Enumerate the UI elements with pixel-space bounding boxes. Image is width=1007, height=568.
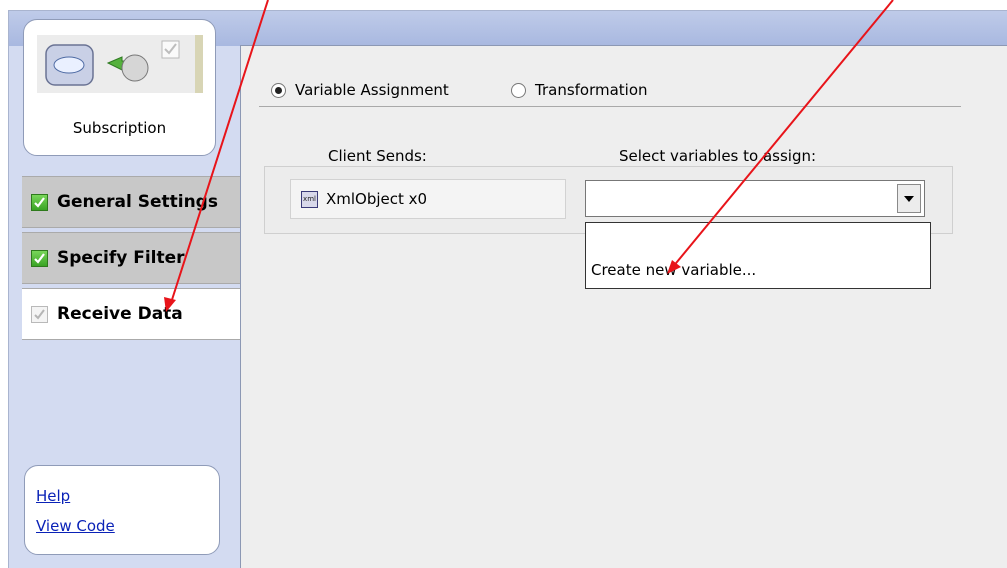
- client-item: xml XmlObject x0: [290, 179, 566, 219]
- main-panel: Variable Assignment Transformation Clien…: [240, 45, 1007, 568]
- check-icon: [31, 249, 48, 267]
- step-label: Specify Filter: [57, 248, 185, 268]
- radio-transformation[interactable]: Transformation: [511, 81, 648, 99]
- subscription-label: Subscription: [72, 119, 167, 137]
- radio-label: Variable Assignment: [295, 81, 449, 99]
- subscription-card: Subscription: [23, 19, 216, 156]
- divider: [259, 106, 961, 107]
- step-receive-data[interactable]: Receive Data: [22, 288, 250, 340]
- step-specify-filter[interactable]: Specify Filter: [22, 232, 248, 284]
- xml-icon: xml: [301, 190, 318, 208]
- help-link[interactable]: Help: [36, 487, 70, 505]
- variable-select[interactable]: [585, 180, 925, 217]
- select-variables-header: Select variables to assign:: [619, 147, 817, 165]
- check-icon: [31, 193, 48, 211]
- subscription-icon: [45, 40, 180, 86]
- create-new-variable-option[interactable]: Create new variable...: [591, 261, 756, 279]
- client-item-label: XmlObject x0: [326, 190, 428, 208]
- help-card: Help View Code: [24, 465, 220, 555]
- radio-button-icon: [511, 82, 526, 98]
- check-icon: [31, 305, 48, 323]
- chevron-down-icon[interactable]: [897, 184, 921, 213]
- step-label: Receive Data: [57, 304, 183, 324]
- client-sends-header: Client Sends:: [328, 147, 427, 165]
- radio-label: Transformation: [535, 81, 648, 99]
- step-label: General Settings: [57, 192, 218, 212]
- subscription-icons: [37, 35, 203, 93]
- radio-variable-assignment[interactable]: Variable Assignment: [271, 81, 449, 99]
- radio-button-icon: [271, 82, 286, 98]
- step-general-settings[interactable]: General Settings: [22, 176, 248, 228]
- view-code-link[interactable]: View Code: [36, 517, 115, 535]
- variable-dropdown-list: Create new variable...: [585, 222, 931, 289]
